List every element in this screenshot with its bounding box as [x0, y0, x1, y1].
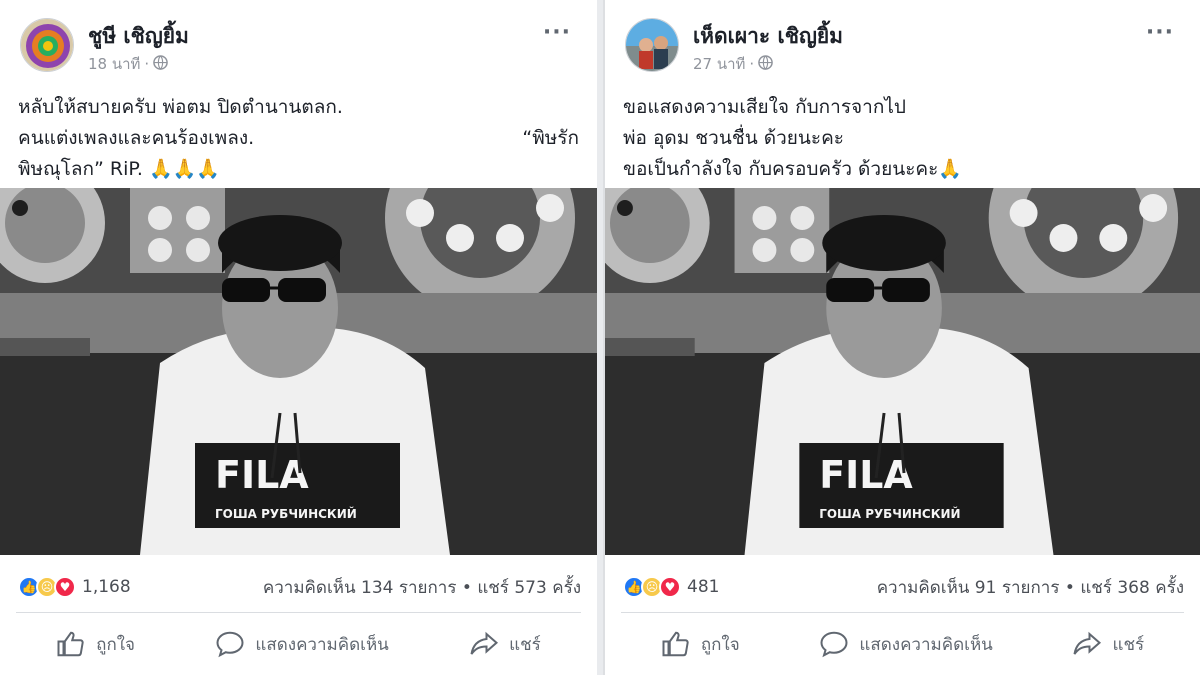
post-text-line: คนแต่งเพลงและคนร้องเพลง.: [18, 127, 255, 149]
globe-icon[interactable]: [758, 54, 774, 74]
comment-button-label: แสดงความคิดเห็น: [859, 634, 993, 655]
stats-separator: •: [461, 577, 472, 598]
share-button[interactable]: แชร์: [469, 629, 541, 659]
thumbs-up-icon: [662, 631, 689, 657]
posts-container: ชูษี เชิญยิ้ม 18 นาที · ··· หลับให้สบายค…: [0, 0, 1200, 675]
meta-separator: ·: [749, 55, 755, 73]
comment-button[interactable]: แสดงความคิดเห็น: [215, 629, 389, 659]
comment-button-label: แสดงความคิดเห็น: [255, 634, 389, 655]
post-meta: 18 นาที ·: [88, 52, 169, 76]
post-meta: 27 นาที ·: [693, 52, 774, 76]
post-text: หลับให้สบายครับ พ่อตม ปิดตำนานตลก. คนแต่…: [18, 92, 579, 185]
like-button-label: ถูกใจ: [96, 634, 136, 655]
post-time[interactable]: 18 นาที: [88, 52, 140, 76]
globe-icon[interactable]: [153, 54, 169, 74]
comment-count[interactable]: ความคิดเห็น 91 รายการ: [877, 578, 1060, 598]
comment-count[interactable]: ความคิดเห็น 134 รายการ: [263, 578, 457, 598]
like-button-label: ถูกใจ: [700, 634, 740, 655]
hoodie-text: ГОША РУБЧИНСКИЙ: [819, 506, 960, 521]
share-button-label: แชร์: [509, 634, 541, 655]
post-photo[interactable]: FILA ГОША РУБЧИНСКИЙ: [605, 123, 1200, 555]
post-text-line: หลับให้สบายครับ พ่อตม ปิดตำนานตลก.: [18, 96, 343, 118]
hoodie-logo: FILA: [819, 453, 913, 497]
share-count[interactable]: แชร์ 573 ครั้ง: [477, 578, 581, 598]
comment-icon: [216, 631, 244, 658]
divider: [621, 612, 1184, 613]
more-options-icon[interactable]: ···: [543, 20, 571, 45]
like-button[interactable]: ถูกใจ: [661, 629, 740, 659]
avatar[interactable]: [625, 18, 679, 72]
author-name[interactable]: ชูษี เชิญยิ้ม: [88, 20, 189, 53]
post-header: เห็ดเผาะ เชิญยิ้ม 27 นาที · ···: [625, 18, 1180, 78]
stats-separator: •: [1064, 577, 1075, 598]
post-text-line: ขอแสดงความเสียใจ กับการจากไป: [623, 96, 906, 118]
post-card: ชูษี เชิญยิ้ม 18 นาที · ··· หลับให้สบายค…: [0, 0, 597, 675]
share-arrow-icon: [1073, 631, 1102, 655]
divider: [16, 612, 581, 613]
post-stats: 👍 ☹ ♥ 1,168 ความคิดเห็น 134 รายการ • แชร…: [18, 572, 581, 602]
post-actions: ถูกใจ แสดงความคิดเห็น แชร์: [621, 620, 1184, 668]
post-text-line-row: คนแต่งเพลงและคนร้องเพลง. “พิษรัก: [18, 123, 579, 154]
reaction-count[interactable]: 1,168: [82, 577, 131, 597]
post-actions: ถูกใจ แสดงความคิดเห็น แชร์: [16, 620, 581, 668]
post-time[interactable]: 27 นาที: [693, 52, 745, 76]
avatar[interactable]: [20, 18, 74, 72]
like-button[interactable]: ถูกใจ: [56, 629, 135, 659]
post-header: ชูษี เชิญยิ้ม 18 นาที · ···: [20, 18, 577, 78]
comment-button[interactable]: แสดงความคิดเห็น: [819, 629, 993, 659]
comment-share-stats: ความคิดเห็น 91 รายการ • แชร์ 368 ครั้ง: [877, 574, 1184, 601]
post-text-line: พิษณุโลก” RiP. 🙏🙏🙏: [18, 158, 220, 180]
reaction-icons[interactable]: 👍 ☹ ♥: [623, 576, 681, 598]
hoodie-logo: FILA: [215, 453, 309, 497]
share-button-label: แชร์: [1112, 634, 1145, 655]
love-reaction-icon: ♥: [659, 576, 681, 598]
comment-icon: [820, 631, 848, 658]
comment-share-stats: ความคิดเห็น 134 รายการ • แชร์ 573 ครั้ง: [263, 574, 581, 601]
post-text-line: พ่อ อุดม ชวนชื่น ด้วยนะคะ: [623, 127, 845, 149]
hoodie-text: ГОША РУБЧИНСКИЙ: [215, 506, 357, 521]
post-text-line: ขอเป็นกำลังใจ กับครอบครัว ด้วยนะคะ🙏: [623, 158, 962, 180]
share-arrow-icon: [470, 631, 499, 655]
meta-separator: ·: [144, 55, 150, 73]
author-name[interactable]: เห็ดเผาะ เชิญยิ้ม: [693, 20, 843, 53]
thumbs-up-icon: [57, 631, 84, 657]
share-button[interactable]: แชร์: [1072, 629, 1144, 659]
post-text: ขอแสดงความเสียใจ กับการจากไป พ่อ อุดม ชว…: [623, 92, 1182, 185]
post-card: เห็ดเผาะ เชิญยิ้ม 27 นาที · ··· ขอแสดงคว…: [603, 0, 1200, 675]
post-text-line: “พิษรัก: [522, 127, 579, 149]
post-photo[interactable]: FILA ГОША РУБЧИНСКИЙ: [0, 123, 597, 555]
share-count[interactable]: แชร์ 368 ครั้ง: [1080, 578, 1184, 598]
post-stats: 👍 ☹ ♥ 481 ความคิดเห็น 91 รายการ • แชร์ 3…: [623, 572, 1184, 602]
love-reaction-icon: ♥: [54, 576, 76, 598]
reaction-icons[interactable]: 👍 ☹ ♥: [18, 576, 76, 598]
more-options-icon[interactable]: ···: [1146, 20, 1174, 45]
reaction-count[interactable]: 481: [687, 577, 719, 597]
